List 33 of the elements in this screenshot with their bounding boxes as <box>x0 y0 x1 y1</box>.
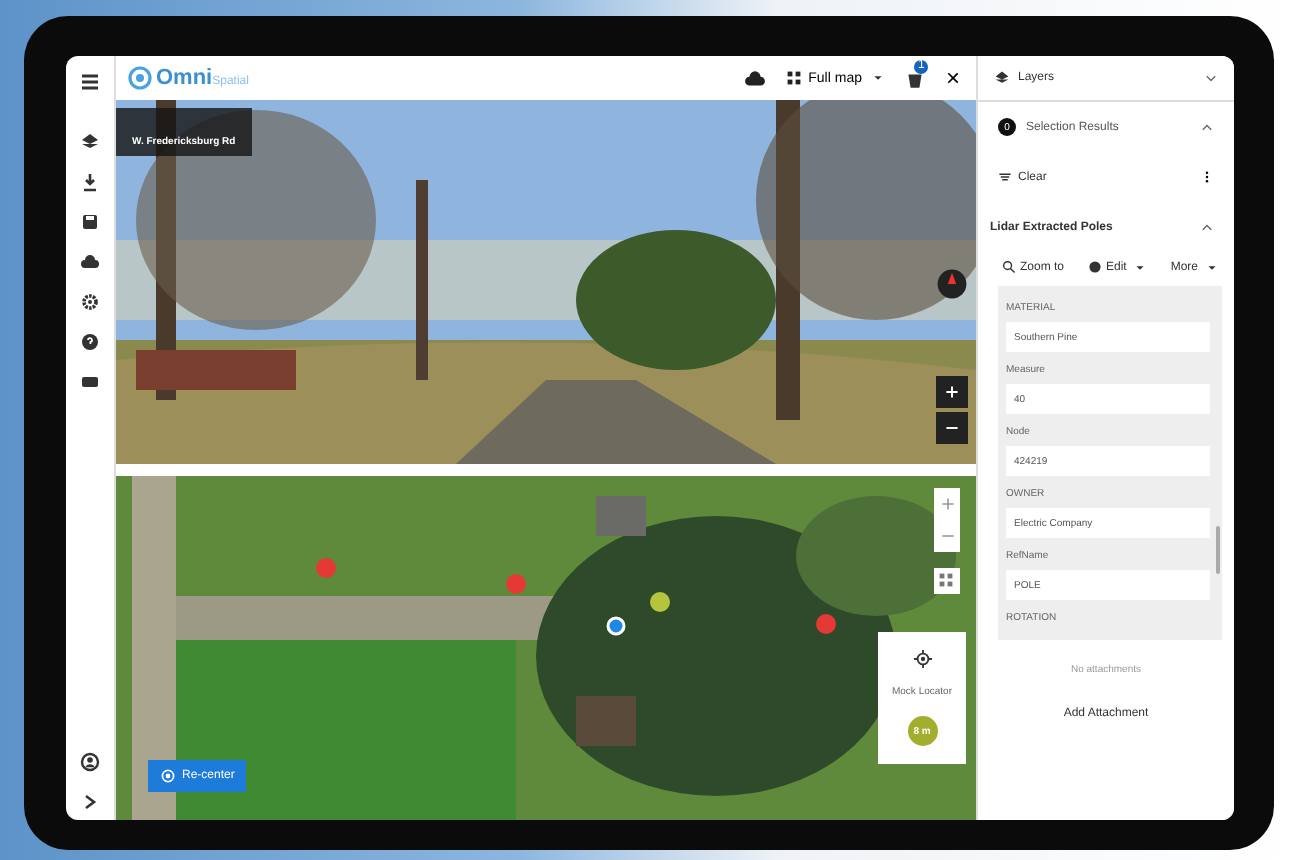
grid-icon <box>786 70 803 86</box>
chevron-down-icon[interactable] <box>1204 71 1218 85</box>
plus-icon <box>944 384 960 400</box>
search-icon <box>1002 260 1016 274</box>
zoom-in-button[interactable] <box>936 376 968 408</box>
cloud-icon[interactable] <box>744 67 767 89</box>
caret-icon <box>1206 261 1218 273</box>
chevron-icon[interactable] <box>1200 120 1214 134</box>
user-icon[interactable] <box>80 752 100 772</box>
chevron-icon[interactable] <box>1200 220 1214 234</box>
close-button[interactable]: × <box>945 66 960 90</box>
help-icon[interactable] <box>80 332 100 352</box>
gear-icon[interactable] <box>80 292 100 312</box>
menu-icon[interactable] <box>80 72 100 92</box>
layers-icon <box>994 70 1010 86</box>
download-icon[interactable] <box>80 172 100 192</box>
chevron-right-icon[interactable] <box>80 792 100 812</box>
caret-icon <box>1134 261 1147 273</box>
crosshair-icon[interactable] <box>913 649 931 668</box>
zoom-out-button[interactable] <box>936 412 968 444</box>
filter-icon <box>998 170 1012 184</box>
plus-icon <box>939 496 955 512</box>
grid-icon <box>938 572 954 588</box>
layers-icon[interactable] <box>80 132 100 152</box>
logo-icon <box>128 66 152 90</box>
target-icon <box>160 768 176 784</box>
more-icon[interactable] <box>1200 170 1214 184</box>
save-icon[interactable] <box>80 212 100 232</box>
basemap-button[interactable] <box>934 568 960 594</box>
cloud-icon[interactable] <box>80 252 100 272</box>
compass-icon[interactable] <box>936 268 968 300</box>
caret-icon <box>871 72 884 84</box>
scrollbar[interactable] <box>1216 526 1220 574</box>
